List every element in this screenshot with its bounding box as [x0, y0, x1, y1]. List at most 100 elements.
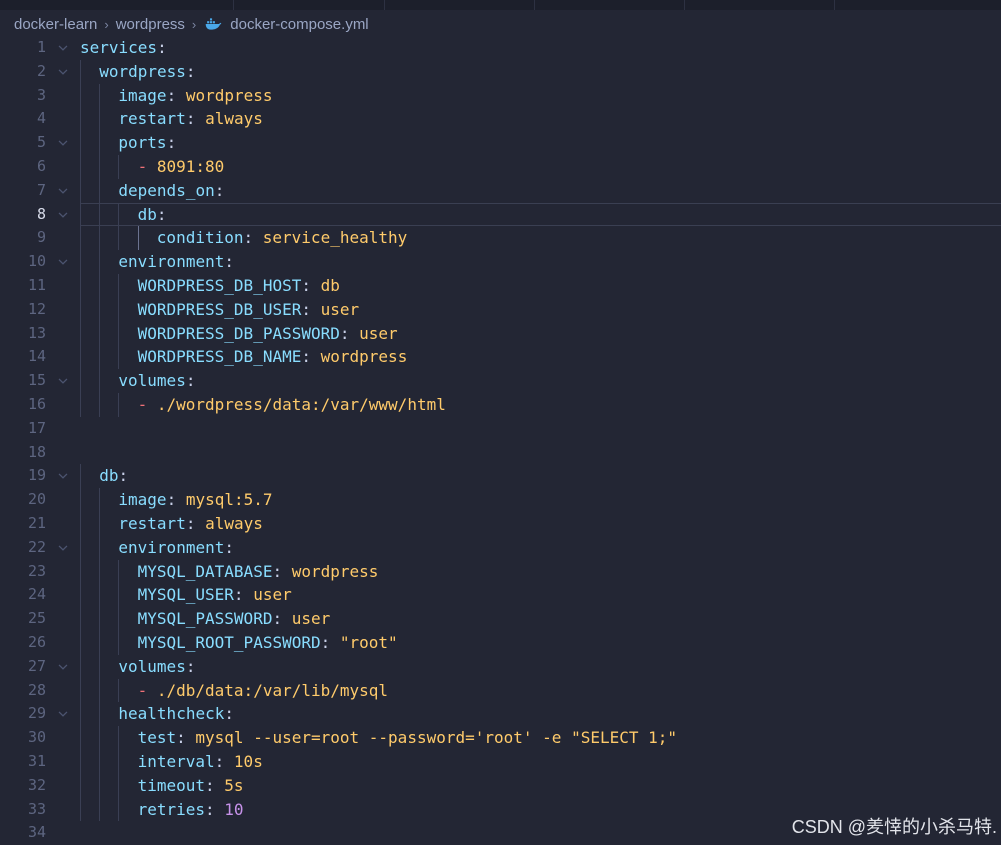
yaml-key: retries [137, 799, 206, 819]
yaml-key: MYSQL_USER [137, 585, 234, 605]
punctuation: : [339, 323, 360, 343]
line-number: 28 [27, 680, 46, 699]
code-text: ports: [118, 131, 176, 155]
code-line[interactable]: 16 - ./wordpress/data:/var/www/html [0, 393, 1001, 417]
fold-chevron-icon[interactable] [58, 203, 68, 227]
code-line[interactable]: 30 test: mysql --user=root --password='ro… [0, 726, 1001, 750]
yaml-value: wordpress [185, 85, 273, 105]
code-line[interactable]: 28 - ./db/data:/var/lib/mysql [0, 679, 1001, 703]
yaml-value: user [253, 585, 292, 605]
fold-chevron-icon[interactable] [58, 369, 68, 393]
code-line[interactable]: 6 - 8091:80 [0, 155, 1001, 179]
fold-chevron-icon[interactable] [58, 250, 68, 274]
code-line[interactable]: 21 restart: always [0, 512, 1001, 536]
yaml-value: - [137, 157, 157, 176]
code-line[interactable]: 19 db: [0, 464, 1001, 488]
line-number: 25 [27, 609, 46, 628]
yaml-value: - [137, 680, 157, 700]
yaml-value: always [205, 514, 263, 533]
yaml-value: 10 [224, 799, 244, 819]
fold-chevron-icon[interactable] [58, 702, 68, 726]
fold-chevron-icon[interactable] [58, 179, 68, 203]
breadcrumb-file[interactable]: docker-compose.yml [230, 16, 368, 33]
code-line[interactable]: 26 MYSQL_ROOT_PASSWORD: "root" [0, 631, 1001, 655]
code-text: MYSQL_DATABASE: wordpress [138, 560, 379, 584]
code-text: db: [138, 203, 167, 227]
code-line[interactable]: 10 environment: [0, 250, 1001, 274]
yaml-key: wordpress [99, 61, 186, 81]
code-line[interactable]: 18 [0, 441, 1001, 465]
line-number: 33 [27, 799, 46, 818]
code-line[interactable]: 25 MYSQL_PASSWORD: user [0, 607, 1001, 631]
code-editor[interactable]: 1 services: 2 wordpress: 3 image: wordpress 4 r… [0, 36, 1001, 845]
fold-chevron-icon[interactable] [58, 131, 68, 155]
code-line[interactable]: 32 timeout: 5s [0, 774, 1001, 798]
punctuation: : [224, 704, 234, 724]
yaml-key: volumes [118, 371, 186, 391]
code-line[interactable]: 29 healthcheck: [0, 702, 1001, 726]
fold-chevron-icon[interactable] [58, 464, 68, 488]
fold-chevron-icon[interactable] [58, 655, 68, 679]
code-line[interactable]: 17 [0, 417, 1001, 441]
line-number: 8 [36, 204, 46, 223]
yaml-value: user [291, 609, 331, 629]
yaml-key: WORDPRESS_DB_PASSWORD [137, 323, 340, 343]
yaml-value: service_healthy [262, 228, 408, 248]
code-text: healthcheck: [118, 702, 234, 726]
breadcrumb: docker-learn › wordpress › docker-compos… [14, 13, 369, 35]
code-line[interactable]: 27 volumes: [0, 655, 1001, 679]
fold-chevron-icon[interactable] [58, 536, 68, 560]
code-line[interactable]: 8 db: [0, 203, 1001, 227]
code-line[interactable]: 11 WORDPRESS_DB_HOST: db [0, 274, 1001, 298]
punctuation: : [166, 133, 177, 153]
yaml-key: condition [156, 228, 244, 248]
code-line[interactable]: 14 WORDPRESS_DB_NAME: wordpress [0, 345, 1001, 369]
line-number: 26 [27, 633, 46, 651]
line-number: 30 [27, 728, 46, 747]
punctuation: : [272, 561, 292, 581]
yaml-value: 5s [224, 775, 244, 795]
code-line[interactable]: 24 MYSQL_USER: user [0, 583, 1001, 607]
yaml-value: always [205, 109, 263, 129]
breadcrumb-item-docker-learn[interactable]: docker-learn [14, 16, 97, 33]
fold-chevron-icon[interactable] [58, 60, 68, 84]
punctuation: : [301, 347, 321, 367]
fold-chevron-icon[interactable] [58, 36, 68, 60]
code-line[interactable]: 20 image: mysql:5.7 [0, 488, 1001, 512]
punctuation: : [185, 514, 206, 533]
yaml-key: restart [118, 514, 186, 533]
line-number: 27 [27, 656, 46, 675]
code-line[interactable]: 4 restart: always [0, 107, 1001, 131]
line-number: 24 [27, 585, 46, 604]
yaml-key: services [80, 38, 158, 57]
code-line[interactable]: 23 MYSQL_DATABASE: wordpress [0, 560, 1001, 584]
code-text: MYSQL_USER: user [138, 583, 292, 607]
code-line[interactable]: 9 condition: service_healthy [0, 226, 1001, 250]
breadcrumb-item-wordpress[interactable]: wordpress [116, 16, 185, 33]
punctuation: : [176, 728, 196, 748]
code-line[interactable]: 15 volumes: [0, 369, 1001, 393]
line-number: 14 [27, 347, 46, 366]
code-line[interactable]: 31 interval: 10s [0, 750, 1001, 774]
line-number: 31 [27, 752, 46, 770]
yaml-value: user [320, 299, 360, 319]
yaml-value: ./db/data:/var/lib/mysql [156, 680, 389, 700]
code-line[interactable]: 2 wordpress: [0, 60, 1001, 84]
punctuation: : [185, 61, 196, 81]
code-line[interactable]: 13 WORDPRESS_DB_PASSWORD: user [0, 322, 1001, 346]
chevron-right-icon: › [104, 16, 109, 32]
code-text: - ./db/data:/var/lib/mysql [138, 679, 388, 703]
code-line[interactable]: 5 ports: [0, 131, 1001, 155]
yaml-key: healthcheck [118, 704, 225, 724]
yaml-key: environment [118, 252, 225, 272]
punctuation: : [320, 633, 340, 652]
code-line[interactable]: 12 WORDPRESS_DB_USER: user [0, 298, 1001, 322]
code-text: MYSQL_ROOT_PASSWORD: "root" [138, 631, 398, 655]
yaml-value: ./wordpress/data:/var/www/html [156, 395, 446, 414]
code-line[interactable]: 3 image: wordpress [0, 84, 1001, 108]
code-line[interactable]: 22 environment: [0, 536, 1001, 560]
line-number: 32 [27, 775, 46, 794]
punctuation: : [166, 490, 186, 510]
code-line[interactable]: 7 depends_on: [0, 179, 1001, 203]
code-line[interactable]: 1 services: [0, 36, 1001, 60]
